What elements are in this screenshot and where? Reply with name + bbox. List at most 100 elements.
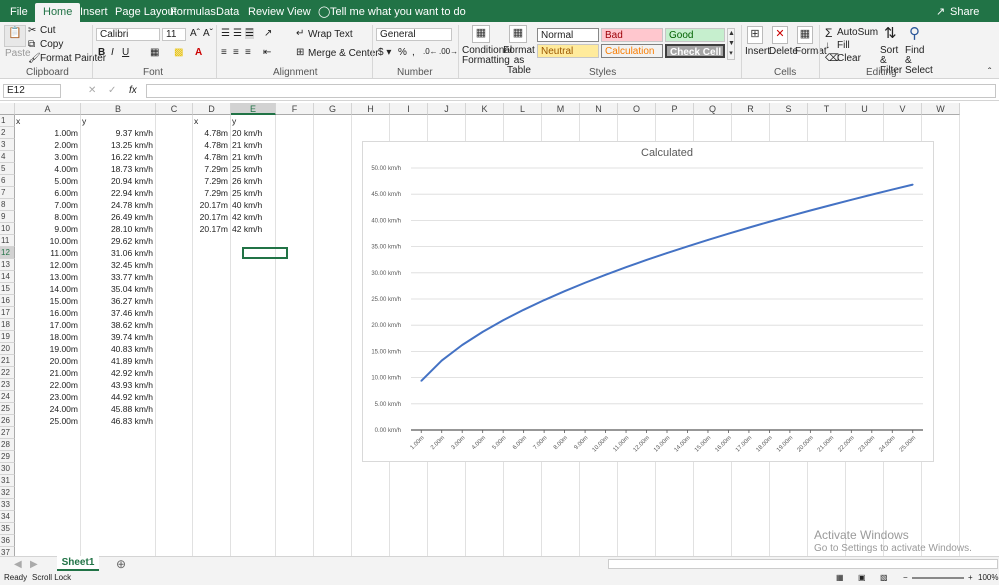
column-header-a[interactable]: A	[15, 103, 81, 115]
row-header-34[interactable]: 34	[0, 511, 15, 523]
cell-d2[interactable]: 4.78m	[193, 127, 231, 139]
cell-e5[interactable]: 25 km/h	[232, 163, 277, 175]
row-header-13[interactable]: 13	[0, 259, 15, 271]
grow-font-icon[interactable]: Aˆ	[190, 28, 200, 39]
column-header-j[interactable]: J	[428, 103, 466, 115]
cell-a10[interactable]: 9.00m	[15, 223, 81, 235]
copy-button[interactable]: Copy	[40, 39, 63, 50]
cell-b12[interactable]: 31.06 km/h	[81, 247, 156, 259]
bold-icon[interactable]: B	[98, 47, 105, 58]
row-header-12[interactable]: 12	[0, 247, 15, 259]
cut-button[interactable]: Cut	[40, 25, 56, 36]
orientation-icon[interactable]: ↗	[264, 28, 272, 39]
selected-cell-e12[interactable]	[242, 247, 288, 259]
cell-b2[interactable]: 9.37 km/h	[81, 127, 156, 139]
cell-b23[interactable]: 43.93 km/h	[81, 379, 156, 391]
style-check-cell[interactable]: Check Cell	[665, 44, 725, 58]
zoom-in-icon[interactable]: +	[968, 571, 973, 585]
cell-a5[interactable]: 4.00m	[15, 163, 81, 175]
cell-b19[interactable]: 39.74 km/h	[81, 331, 156, 343]
format-cells-icon[interactable]: ▦	[797, 26, 813, 44]
cell-a19[interactable]: 18.00m	[15, 331, 81, 343]
align-center-icon[interactable]: ≡	[233, 47, 239, 58]
borders-icon[interactable]: ▦	[150, 47, 159, 58]
page-layout-view-icon[interactable]: ▣	[858, 571, 866, 585]
cell-a25[interactable]: 24.00m	[15, 403, 81, 415]
column-header-g[interactable]: G	[314, 103, 352, 115]
cell-b21[interactable]: 41.89 km/h	[81, 355, 156, 367]
paste-button[interactable]: Paste	[5, 48, 31, 59]
row-header-18[interactable]: 18	[0, 319, 15, 331]
sheet-tab-sheet1[interactable]: Sheet1	[57, 556, 99, 571]
format-painter-button[interactable]: Format Painter	[40, 53, 106, 64]
font-size-dropdown[interactable]: 11	[162, 28, 186, 41]
decrease-decimal-icon[interactable]: .00→	[439, 47, 458, 56]
style-neutral[interactable]: Neutral	[537, 44, 599, 58]
cell-a15[interactable]: 14.00m	[15, 283, 81, 295]
column-header-m[interactable]: M	[542, 103, 580, 115]
format-as-table-button[interactable]: Format as Table	[503, 46, 535, 76]
page-break-view-icon[interactable]: ▧	[880, 571, 888, 585]
currency-icon[interactable]: $ ▾	[378, 47, 391, 58]
cell-e6[interactable]: 26 km/h	[232, 175, 277, 187]
clear-button[interactable]: Clear	[837, 53, 861, 64]
cell-e10[interactable]: 42 km/h	[232, 223, 277, 235]
cell-a23[interactable]: 22.00m	[15, 379, 81, 391]
font-color-icon[interactable]: A	[195, 47, 202, 58]
column-header-b[interactable]: B	[81, 103, 156, 115]
paste-icon[interactable]: 📋	[4, 25, 26, 47]
cell-d3[interactable]: 4.78m	[193, 139, 231, 151]
row-header-10[interactable]: 10	[0, 223, 15, 235]
normal-view-icon[interactable]: ▦	[836, 571, 844, 585]
row-header-7[interactable]: 7	[0, 187, 15, 199]
cell-a16[interactable]: 15.00m	[15, 295, 81, 307]
formula-input[interactable]	[146, 84, 996, 98]
row-header-16[interactable]: 16	[0, 295, 15, 307]
enter-icon[interactable]: ✓	[108, 85, 116, 96]
tab-insert[interactable]: Insert	[80, 3, 108, 22]
column-header-t[interactable]: T	[808, 103, 846, 115]
select-all-corner[interactable]	[0, 103, 15, 115]
row-header-14[interactable]: 14	[0, 271, 15, 283]
cell-b5[interactable]: 18.73 km/h	[81, 163, 156, 175]
cell-e3[interactable]: 21 km/h	[232, 139, 277, 151]
italic-icon[interactable]: I	[111, 47, 114, 58]
cell-a22[interactable]: 21.00m	[15, 367, 81, 379]
share-button[interactable]: Share	[950, 3, 979, 22]
cell-a13[interactable]: 12.00m	[15, 259, 81, 271]
insert-cells-icon[interactable]: ⊞	[747, 26, 763, 44]
column-header-q[interactable]: Q	[694, 103, 732, 115]
cell-b22[interactable]: 42.92 km/h	[81, 367, 156, 379]
style-calculation[interactable]: Calculation	[601, 44, 663, 58]
row-header-19[interactable]: 19	[0, 331, 15, 343]
cell-b13[interactable]: 32.45 km/h	[81, 259, 156, 271]
indent-icon[interactable]: ⇤	[263, 47, 271, 58]
fill-icon[interactable]: ↓	[825, 40, 830, 51]
row-header-11[interactable]: 11	[0, 235, 15, 247]
row-header-6[interactable]: 6	[0, 175, 15, 187]
column-header-c[interactable]: C	[156, 103, 193, 115]
column-header-o[interactable]: O	[618, 103, 656, 115]
align-right-icon[interactable]: ≡	[245, 47, 251, 58]
cell-a7[interactable]: 6.00m	[15, 187, 81, 199]
format-cells-button[interactable]: Format	[795, 46, 827, 57]
cell-a11[interactable]: 10.00m	[15, 235, 81, 247]
align-middle-icon[interactable]: ☰	[233, 28, 242, 39]
next-sheet-icon[interactable]: ▶	[30, 559, 38, 570]
autosum-icon[interactable]: Σ	[825, 26, 832, 40]
cell-b18[interactable]: 38.62 km/h	[81, 319, 156, 331]
column-header-n[interactable]: N	[580, 103, 618, 115]
column-header-h[interactable]: H	[352, 103, 390, 115]
tell-me-box[interactable]: Tell me what you want to do	[330, 3, 466, 22]
styles-more-icon[interactable]: ▲ ▼ ▾	[727, 28, 735, 60]
cell-a8[interactable]: 7.00m	[15, 199, 81, 211]
style-good[interactable]: Good	[665, 28, 725, 42]
cell-a3[interactable]: 2.00m	[15, 139, 81, 151]
cell-d1[interactable]: x	[194, 115, 232, 127]
row-header-26[interactable]: 26	[0, 415, 15, 427]
zoom-slider[interactable]	[912, 577, 964, 579]
collapse-ribbon-icon[interactable]: ˆ	[988, 67, 991, 78]
cell-b17[interactable]: 37.46 km/h	[81, 307, 156, 319]
copy-icon[interactable]: ⧉	[28, 39, 35, 50]
cell-b1[interactable]: y	[82, 115, 157, 127]
